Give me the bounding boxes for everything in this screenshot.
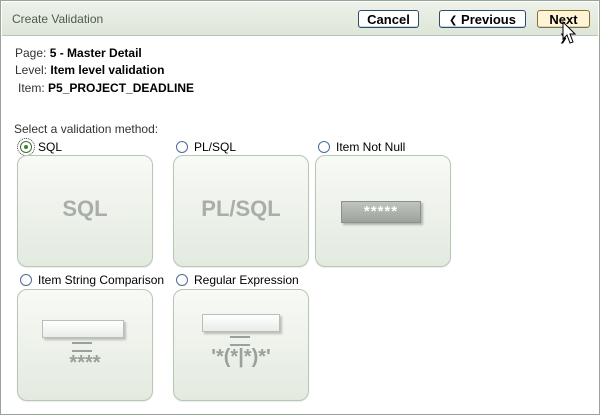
method-plsql-radio[interactable] [176, 141, 188, 153]
method-not-null-radio[interactable] [318, 141, 330, 153]
cancel-button[interactable]: Cancel [358, 10, 419, 28]
method-plsql-label: PL/SQL [194, 140, 237, 154]
item-info: Item: P5_PROJECT_DEADLINE [18, 81, 194, 95]
method-string-comparison-radio[interactable] [20, 274, 32, 286]
equals-icon [72, 342, 92, 352]
method-regex-tile-text: '*(*|*)*' [211, 346, 271, 368]
method-sql-option[interactable]: SQL [17, 138, 63, 156]
method-sql-tile[interactable]: SQL [17, 155, 153, 267]
previous-button-label: Previous [461, 12, 516, 27]
method-string-comparison-option[interactable]: Item String Comparison [20, 273, 164, 287]
create-validation-window: Create Validation Cancel ❮ Previous Next… [0, 0, 600, 415]
method-plsql-option[interactable]: PL/SQL [176, 140, 236, 154]
method-not-null-tile-text: ***** [341, 201, 421, 223]
regex-field-icon [202, 314, 280, 332]
method-regex-tile[interactable]: '*(*|*)*' [173, 289, 309, 401]
method-not-null-label: Item Not Null [336, 140, 406, 154]
item-value: P5_PROJECT_DEADLINE [48, 81, 195, 95]
method-regex-option[interactable]: Regular Expression [176, 273, 299, 287]
method-not-null-tile[interactable]: ***** [315, 155, 451, 267]
level-label: Level: [15, 63, 48, 77]
page-info: Page: 5 - Master Detail [15, 46, 142, 60]
method-plsql-tile-text: PL/SQL [201, 196, 281, 221]
method-plsql-tile[interactable]: PL/SQL [173, 155, 309, 267]
cancel-button-label: Cancel [367, 12, 410, 27]
method-string-comparison-tile[interactable]: **** [17, 289, 153, 401]
comparison-field-icon [42, 320, 124, 338]
previous-button[interactable]: ❮ Previous [439, 10, 526, 28]
method-sql-tile-text: SQL [62, 196, 108, 221]
method-string-comparison-label: Item String Comparison [38, 273, 165, 287]
method-regex-label: Regular Expression [194, 273, 299, 287]
wizard-header: Create Validation Cancel ❮ Previous Next… [2, 2, 598, 44]
page-value: 5 - Master Detail [49, 46, 142, 60]
method-sql-label: SQL [38, 140, 63, 154]
select-method-label: Select a validation method: [14, 122, 159, 136]
page-label: Page: [15, 46, 47, 60]
method-sql-radio[interactable] [17, 138, 35, 156]
level-value: Item level validation [50, 63, 165, 77]
page-title: Create Validation [12, 12, 104, 26]
mouse-pointer-icon [562, 21, 576, 44]
equals-icon [230, 336, 250, 346]
method-string-comparison-tile-text: **** [69, 352, 101, 374]
chevron-left-icon: ❮ [449, 15, 458, 26]
method-regex-radio[interactable] [176, 274, 188, 286]
item-label: Item: [18, 81, 45, 95]
level-info: Level: Item level validation [15, 63, 164, 77]
method-not-null-option[interactable]: Item Not Null [318, 140, 405, 154]
